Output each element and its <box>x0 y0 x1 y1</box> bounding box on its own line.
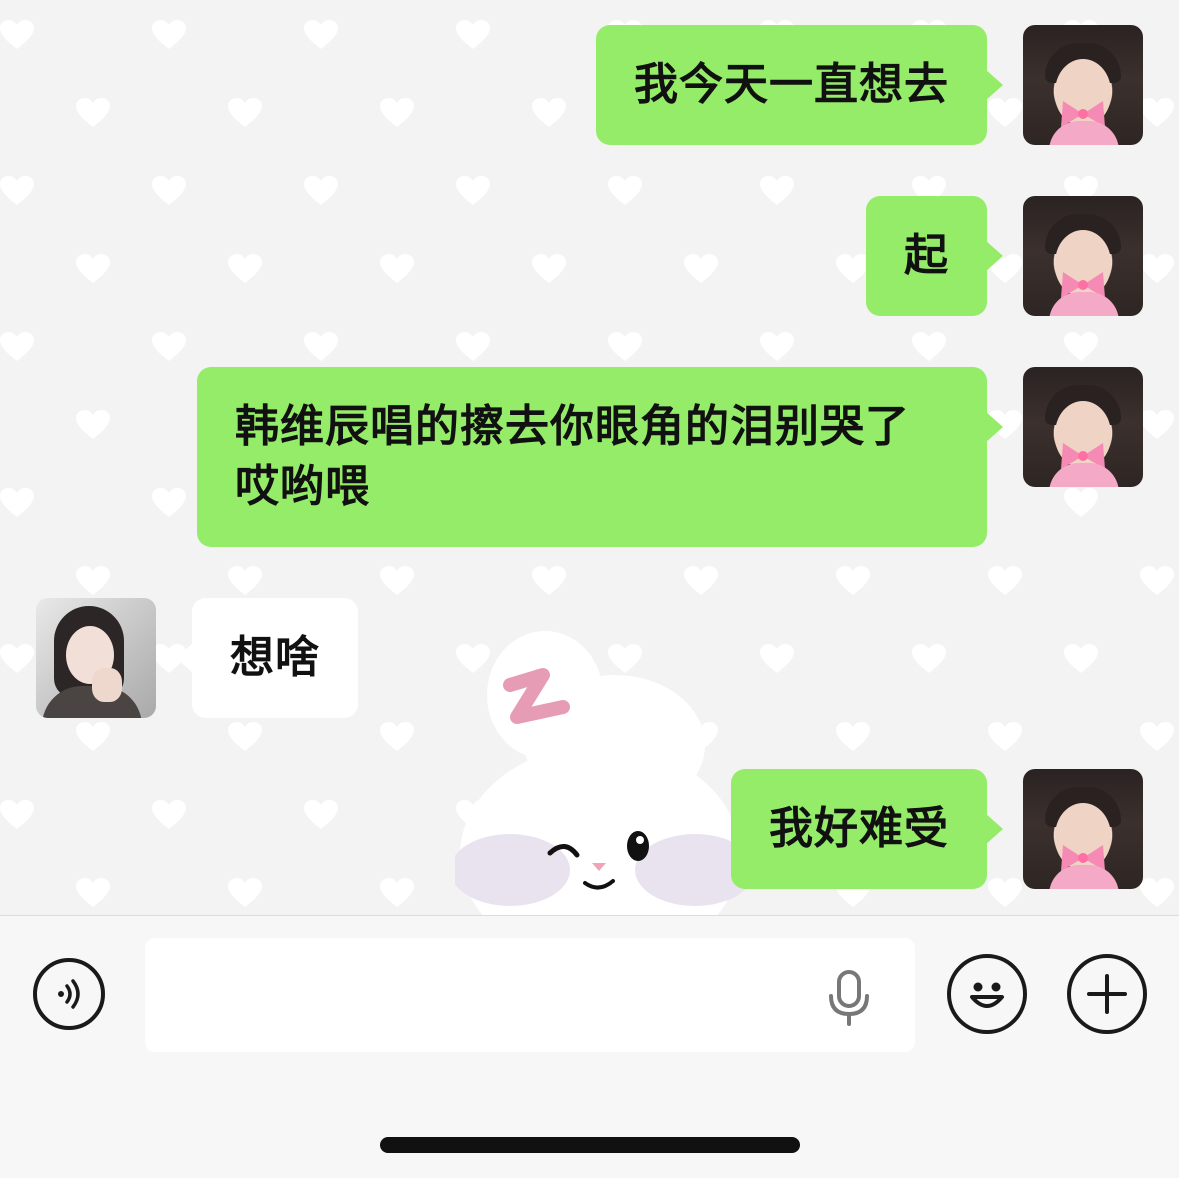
heart-pattern-icon <box>304 20 338 49</box>
message-text: 想啥 <box>230 632 320 683</box>
message-bubble-outgoing[interactable]: 我今天一直想去 <box>596 25 1003 145</box>
message-row-outgoing: 起 <box>866 196 1143 316</box>
heart-pattern-icon <box>1140 878 1174 907</box>
heart-pattern-icon <box>0 176 34 205</box>
emoji-button[interactable] <box>947 954 1027 1034</box>
voice-mode-icon <box>58 979 80 1009</box>
message-row-incoming: 想啥 <box>36 598 358 718</box>
heart-pattern-icon <box>1064 644 1098 673</box>
heart-pattern-icon <box>532 566 566 595</box>
heart-pattern-icon <box>152 332 186 361</box>
heart-pattern-icon <box>760 332 794 361</box>
heart-pattern-icon <box>380 254 414 283</box>
heart-pattern-icon <box>380 878 414 907</box>
heart-pattern-icon <box>304 800 338 829</box>
heart-pattern-icon <box>1140 722 1174 751</box>
bunny-sticker-wallpaper <box>455 625 745 915</box>
heart-pattern-icon <box>456 332 490 361</box>
heart-pattern-icon <box>304 332 338 361</box>
heart-pattern-icon <box>76 254 110 283</box>
heart-pattern-icon <box>76 410 110 439</box>
heart-pattern-icon <box>456 176 490 205</box>
heart-pattern-icon <box>0 20 34 49</box>
heart-pattern-icon <box>76 566 110 595</box>
heart-pattern-icon <box>76 722 110 751</box>
heart-pattern-icon <box>228 566 262 595</box>
heart-pattern-icon <box>532 98 566 127</box>
heart-pattern-icon <box>836 566 870 595</box>
heart-pattern-icon <box>1140 254 1174 283</box>
heart-pattern-icon <box>836 254 870 283</box>
contact-avatar[interactable] <box>36 598 156 718</box>
home-indicator[interactable] <box>380 1137 800 1153</box>
heart-pattern-icon <box>380 566 414 595</box>
message-bubble-outgoing[interactable]: 我好难受 <box>731 769 1003 889</box>
heart-pattern-icon <box>228 98 262 127</box>
microphone-icon[interactable] <box>827 970 871 1026</box>
heart-pattern-icon <box>152 488 186 517</box>
more-functions-button[interactable] <box>1067 954 1147 1034</box>
heart-pattern-icon <box>0 644 34 673</box>
message-row-outgoing: 我好难受 <box>731 769 1143 889</box>
heart-pattern-icon <box>988 566 1022 595</box>
message-bubble-outgoing[interactable]: 起 <box>866 196 1003 316</box>
heart-pattern-icon <box>684 254 718 283</box>
heart-pattern-icon <box>380 722 414 751</box>
message-text: 我今天一直想去 <box>634 59 949 110</box>
heart-pattern-icon <box>684 566 718 595</box>
message-row-outgoing: 我今天一直想去 <box>596 25 1143 145</box>
message-input[interactable] <box>145 938 915 1052</box>
heart-pattern-icon <box>456 20 490 49</box>
my-avatar[interactable] <box>1023 25 1143 145</box>
heart-pattern-icon <box>152 20 186 49</box>
input-toolbar <box>0 915 1179 1178</box>
message-text: 我好难受 <box>769 803 949 854</box>
heart-pattern-icon <box>0 800 34 829</box>
heart-pattern-icon <box>988 722 1022 751</box>
heart-pattern-icon <box>228 722 262 751</box>
my-avatar[interactable] <box>1023 769 1143 889</box>
message-text: 起 <box>904 230 949 281</box>
heart-pattern-icon <box>304 176 338 205</box>
heart-pattern-icon <box>76 98 110 127</box>
heart-pattern-icon <box>152 176 186 205</box>
my-avatar[interactable] <box>1023 367 1143 487</box>
heart-pattern-icon <box>228 878 262 907</box>
emoji-icon <box>970 982 1004 1008</box>
heart-pattern-icon <box>228 254 262 283</box>
voice-mode-button[interactable] <box>33 958 105 1030</box>
heart-pattern-icon <box>152 800 186 829</box>
heart-pattern-icon <box>608 332 642 361</box>
plus-icon <box>1087 974 1127 1014</box>
my-avatar[interactable] <box>1023 196 1143 316</box>
heart-pattern-icon <box>608 176 642 205</box>
heart-pattern-icon <box>760 176 794 205</box>
heart-pattern-icon <box>1140 566 1174 595</box>
heart-pattern-icon <box>1140 410 1174 439</box>
message-bubble-incoming[interactable]: 想啥 <box>176 598 358 718</box>
heart-pattern-icon <box>0 332 34 361</box>
heart-pattern-icon <box>760 644 794 673</box>
heart-pattern-icon <box>1140 98 1174 127</box>
heart-pattern-icon <box>912 332 946 361</box>
heart-pattern-icon <box>836 722 870 751</box>
message-bubble-outgoing[interactable]: 韩维辰唱的擦去你眼角的泪别哭了哎哟喂 <box>197 367 1003 547</box>
heart-pattern-icon <box>1064 332 1098 361</box>
heart-pattern-icon <box>0 488 34 517</box>
heart-pattern-icon <box>380 98 414 127</box>
heart-pattern-icon <box>76 878 110 907</box>
message-row-outgoing: 韩维辰唱的擦去你眼角的泪别哭了哎哟喂 <box>197 367 1143 547</box>
heart-pattern-icon <box>912 644 946 673</box>
message-text: 韩维辰唱的擦去你眼角的泪别哭了哎哟喂 <box>235 401 910 512</box>
heart-pattern-icon <box>532 254 566 283</box>
